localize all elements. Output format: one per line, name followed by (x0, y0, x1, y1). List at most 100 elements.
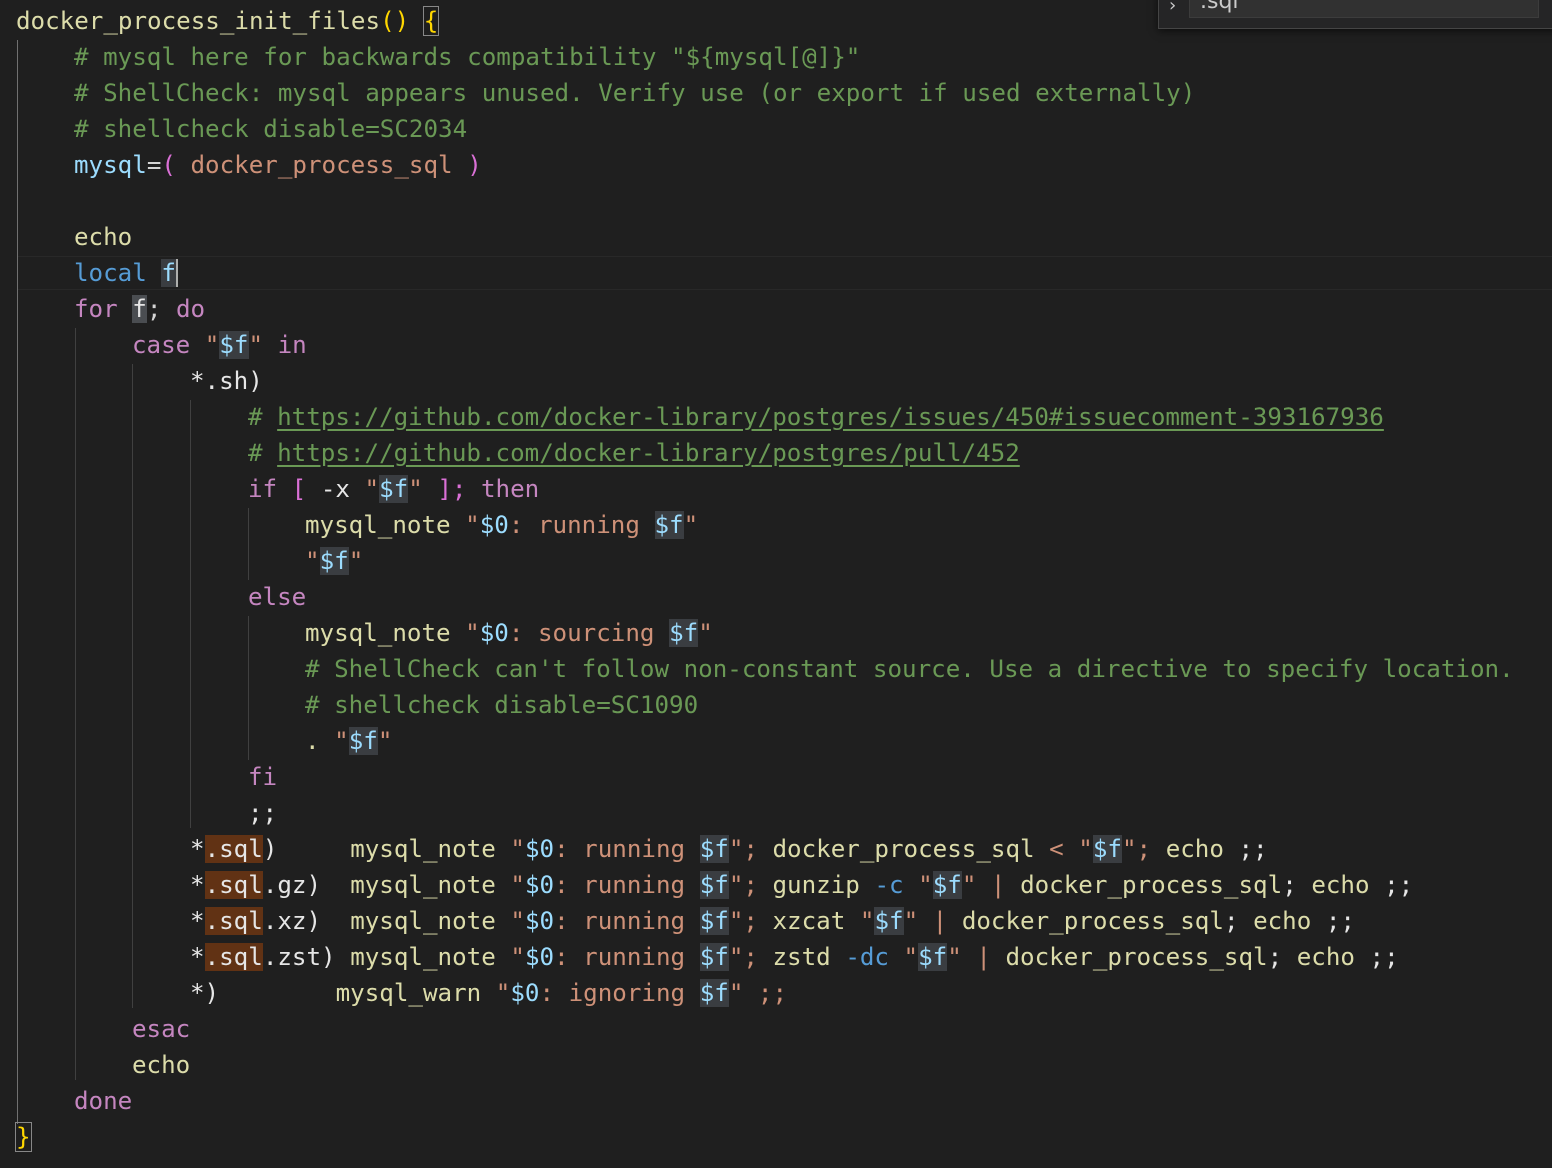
code-line[interactable]: esac (132, 1011, 1552, 1047)
bracket-match: } (15, 1122, 32, 1152)
comment-line[interactable]: # ShellCheck: mysql appears unused. Veri… (74, 75, 1552, 111)
token: " (190, 331, 220, 359)
token: $f (699, 907, 729, 935)
find-widget[interactable]: › .sql Aa (1158, 0, 1552, 29)
text-cursor: f (161, 259, 178, 287)
token: "; (1122, 835, 1166, 863)
indent-guide (17, 40, 18, 1124)
code-line[interactable]: *.sql.xz) mysql_note "$0: running $f"; x… (190, 903, 1552, 939)
find-match: .sql (204, 835, 263, 863)
token: ; (1223, 907, 1254, 935)
code-line[interactable]: *.sh) (190, 363, 1552, 399)
token: " (698, 619, 713, 647)
token: ; (1267, 943, 1297, 971)
code-line[interactable]: mysql_note "$0: sourcing $f" (305, 615, 1552, 651)
token: xzcat (772, 907, 846, 935)
token: " (349, 475, 380, 503)
comment-line[interactable]: # shellcheck disable=SC1090 (305, 687, 1552, 723)
token: echo (1253, 907, 1312, 935)
find-input[interactable]: .sql (1189, 0, 1539, 18)
token: : running (554, 835, 700, 863)
code-line[interactable]: *.sql.gz) mysql_note "$0: running $f"; g… (190, 867, 1552, 903)
indent-guide (132, 364, 133, 1008)
chevron-right-icon[interactable]: › (1169, 0, 1176, 20)
code-line[interactable]: done (74, 1083, 1552, 1119)
token: "; (728, 871, 773, 899)
token: " (903, 871, 933, 899)
token: " (408, 475, 438, 503)
token: -c (874, 871, 904, 899)
code-line[interactable]: case "$f" in (132, 327, 1552, 363)
token: : running (554, 943, 700, 971)
code-line[interactable]: echo (74, 219, 1552, 255)
token: .xz) (262, 907, 351, 935)
code-line[interactable]: . "$f" (305, 723, 1552, 759)
token: mysql_warn (335, 979, 482, 1007)
code-line[interactable]: *.sql.zst) mysql_note "$0: running $f"; … (190, 939, 1552, 975)
code-editor[interactable]: docker_process_init_files() { # mysql he… (0, 0, 1552, 1168)
token: $f (319, 547, 349, 575)
code-line[interactable]: else (248, 579, 1552, 615)
token: ) (262, 835, 351, 863)
token: echo (1311, 871, 1370, 899)
code-line[interactable]: fi (248, 759, 1552, 795)
token: -dc (845, 943, 889, 971)
code-line[interactable]: *) mysql_warn "$0: ignoring $f" ;; (190, 975, 1552, 1011)
token: docker_process_sql (1020, 871, 1283, 899)
token: " (889, 943, 919, 971)
comment-line[interactable]: # https://github.com/docker-library/post… (248, 435, 1552, 471)
token: docker_process_sql (1005, 943, 1268, 971)
token: * (190, 907, 205, 935)
token: ]; (437, 475, 467, 503)
token: " | (947, 943, 1006, 971)
token: case (132, 331, 191, 359)
token: $0 (524, 871, 555, 899)
token: do (175, 295, 206, 323)
token: " ;; (728, 979, 788, 1007)
token: < " (1034, 835, 1093, 863)
code-line[interactable]: mysql=( docker_process_sql ) (74, 147, 1552, 183)
code-line[interactable]: for f; do (74, 291, 1552, 327)
token: : sourcing (508, 619, 670, 647)
code-line[interactable]: *.sql) mysql_note "$0: running $f"; dock… (190, 831, 1552, 867)
token: docker_process_sql (961, 907, 1224, 935)
token: # (248, 439, 278, 467)
code-line[interactable]: if [ -x "$f" ]; then (248, 471, 1552, 507)
token: " (450, 511, 480, 539)
comment-line[interactable]: # https://github.com/docker-library/post… (248, 399, 1552, 435)
token: $f (874, 907, 904, 935)
code-line[interactable]: mysql_note "$0: running $f" (305, 507, 1552, 543)
code-line-current[interactable]: local f (74, 255, 1552, 291)
match-case-toggle[interactable]: Aa (1504, 0, 1527, 1)
code-line[interactable]: } (15, 1119, 1552, 1155)
comment-line[interactable]: # mysql here for backwards compatibility… (74, 39, 1552, 75)
code-line[interactable]: "$f" (305, 543, 1552, 579)
token: " (683, 511, 699, 539)
code-line[interactable]: echo (132, 1047, 1552, 1083)
function-name: docker_process_init_files (16, 7, 381, 35)
token: ) (467, 151, 482, 179)
token: gunzip (772, 871, 860, 899)
token: " | (903, 907, 962, 935)
comment-line[interactable]: # shellcheck disable=SC2034 (74, 111, 1552, 147)
comment-link[interactable]: https://github.com/docker-library/postgr… (277, 439, 1020, 467)
comment-line[interactable]: # ShellCheck can't follow non-constant s… (305, 651, 1552, 687)
token: : ignoring (539, 979, 700, 1007)
token: ( (161, 151, 176, 179)
token: () (380, 7, 410, 35)
token: ;; (1369, 871, 1414, 899)
token: ;; (1223, 835, 1268, 863)
bracket-match: { (422, 6, 440, 36)
token: $f (699, 979, 729, 1007)
token: $0 (524, 907, 555, 935)
comment-link[interactable]: https://github.com/docker-library/postgr… (277, 403, 1384, 431)
token: mysql (74, 151, 147, 179)
token: " (377, 727, 393, 755)
token: $0 (479, 619, 509, 647)
token: $f (932, 871, 962, 899)
token: mysql_note (350, 907, 496, 935)
code-line[interactable]: ;; (248, 795, 1552, 831)
